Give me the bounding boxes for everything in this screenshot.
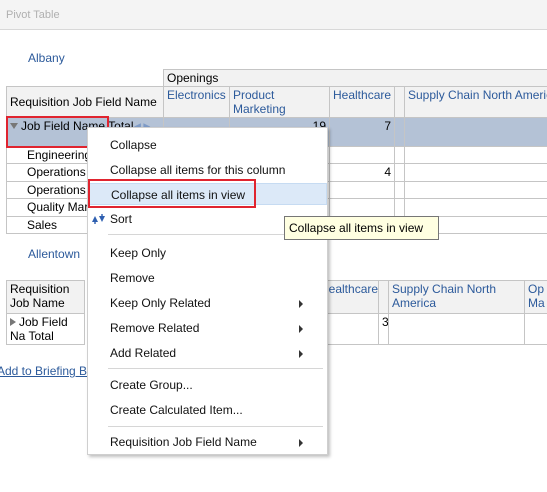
expand-icon[interactable] — [10, 318, 16, 326]
total-cell — [388, 313, 525, 345]
total-cell — [524, 313, 547, 345]
menu-separator — [108, 426, 323, 427]
menu-item-collapse-all-in-view[interactable]: Collapse all items in view — [88, 183, 327, 205]
total-cell — [394, 117, 405, 147]
expand-collapse-icon[interactable] — [10, 123, 18, 129]
menu-item-keep-only-related[interactable]: Keep Only Related — [88, 292, 327, 314]
data-cell: 4 — [329, 163, 395, 182]
menu-item-collapse-column[interactable]: Collapse all items for this column — [88, 159, 327, 181]
total-cell: 7 — [329, 117, 395, 147]
add-to-briefing-book-link[interactable]: Add to Briefing B — [0, 364, 87, 378]
section-albany[interactable]: Albany — [28, 51, 65, 65]
data-cell: 2 — [403, 163, 547, 182]
menu-item-create-group[interactable]: Create Group... — [88, 374, 327, 396]
submenu-arrow-icon — [299, 439, 303, 447]
col-supply-chain[interactable]: Supply Chain North America — [403, 86, 547, 118]
col-electronics[interactable]: Electronics — [163, 86, 230, 118]
total-cell: 3 — [378, 313, 389, 345]
total-row-label[interactable]: Job Field Na Total — [6, 313, 85, 345]
section-allentown[interactable]: Allentown — [28, 247, 80, 261]
sort-icon — [92, 214, 105, 224]
context-menu: Collapse Collapse all items for this col… — [87, 127, 328, 455]
menu-item-collapse[interactable]: Collapse — [88, 134, 327, 156]
menu-item-keep-only[interactable]: Keep Only — [88, 242, 327, 264]
row-header-job-name[interactable]: Requisition Job Name — [6, 280, 85, 314]
submenu-arrow-icon — [299, 300, 303, 308]
tooltip: Collapse all items in view — [284, 216, 439, 240]
col-product-marketing[interactable]: Product Marketing — [229, 86, 330, 118]
window-title: Pivot Table — [6, 9, 60, 21]
total-cell: 2 — [403, 117, 547, 147]
submenu-arrow-icon — [299, 325, 303, 333]
menu-separator — [108, 368, 323, 369]
row-header-job-field[interactable]: Requisition Job Field Name — [6, 86, 164, 118]
col-operations[interactable]: Op Ma — [524, 280, 547, 314]
menu-item-remove-related[interactable]: Remove Related — [88, 317, 327, 339]
openings-header: Openings — [162, 69, 547, 87]
menu-item-create-calculated-item[interactable]: Create Calculated Item... — [88, 399, 327, 421]
col-healthcare[interactable]: Healthcare — [329, 86, 395, 118]
menu-item-add-related[interactable]: Add Related — [88, 342, 327, 364]
submenu-arrow-icon — [299, 350, 303, 358]
menu-item-requisition-job-field-name[interactable]: Requisition Job Field Name — [88, 431, 327, 453]
pivot-table-titlebar: Pivot Table — [0, 0, 547, 30]
menu-item-remove[interactable]: Remove — [88, 267, 327, 289]
col-supply-chain[interactable]: Supply Chain North America — [388, 280, 525, 314]
